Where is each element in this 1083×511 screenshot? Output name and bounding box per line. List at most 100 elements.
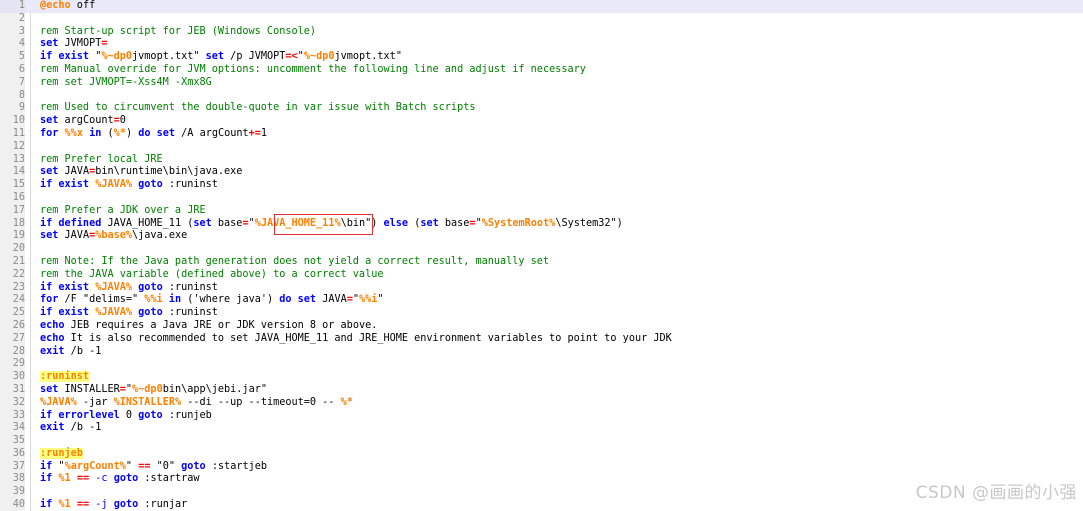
line-number: 27 (0, 332, 25, 346)
line-number: 7 (0, 76, 25, 90)
watermark: CSDN @画画的小强 (915, 483, 1077, 503)
code-token: goto (138, 307, 163, 319)
code-token: if defined (40, 217, 102, 229)
code-line[interactable]: 24 for /F "delims=" %%i in ('where java')… (0, 294, 1083, 308)
line-number: 23 (0, 281, 25, 295)
line-number: 29 (0, 358, 25, 372)
code-token: do set (279, 294, 317, 306)
line-number: 3 (0, 25, 25, 39)
code-line[interactable]: 26 echo JEB requires a Java JRE or JDK ve… (0, 319, 1083, 333)
code-line[interactable]: 13 rem Prefer local JRE (0, 153, 1083, 167)
code-token: in (89, 127, 102, 139)
line-number: 24 (0, 294, 25, 308)
line-code: if %1 == -j goto :runjar (40, 499, 187, 511)
code-line[interactable]: 5 if exist "%~dp0jvmopt.txt" set /p JVMOP… (0, 51, 1083, 64)
line-number: 18 (0, 217, 25, 231)
code-token: -jar (76, 396, 114, 408)
code-line[interactable]: 9 rem Used to circumvent the double-quote… (0, 102, 1083, 116)
code-token: INSTALLER (58, 383, 120, 395)
line-number: 16 (0, 191, 25, 205)
code-line[interactable]: 18 if defined JAVA_HOME_11 (set base="%JA… (0, 217, 1083, 231)
code-line[interactable]: 7 rem set JVMOPT=-Xss4M -Xmx8G (0, 76, 1083, 90)
line-code: rem Used to circumvent the double-quote … (40, 102, 475, 115)
code-line[interactable]: 31 set INSTALLER="%~dp0bin\app\jebi.jar" (0, 383, 1083, 397)
code-line[interactable]: 36:runjeb (0, 447, 1083, 461)
code-token: if (40, 460, 53, 472)
code-editor[interactable]: 1 @echo off 2 3 rem Start-up script for JEB … (0, 0, 1083, 511)
code-token: %JAVA_HOME_11% (254, 217, 341, 229)
line-code: @echo off (40, 0, 95, 13)
line-number: 17 (0, 204, 25, 218)
code-line[interactable]: 27 echo It is also recommended to set JAV… (0, 332, 1083, 346)
code-line[interactable]: 6 rem Manual override for JVM options: un… (0, 63, 1083, 77)
line-number: 34 (0, 422, 25, 436)
code-line[interactable]: 16 (0, 191, 1083, 205)
code-token: " (89, 51, 102, 63)
code-line[interactable]: 21 rem Note: If the Java path generation … (0, 255, 1083, 269)
code-token: \System32") (555, 217, 623, 229)
code-line[interactable]: 34 exit /b -1 (0, 422, 1083, 436)
code-line[interactable]: 11 for %%x in (%*) do set /A argCount+=1 (0, 127, 1083, 141)
code-token: %1 (58, 473, 71, 485)
line-number: 22 (0, 268, 25, 282)
code-line[interactable]: 22 rem the JAVA variable (defined above) … (0, 268, 1083, 282)
code-token: %JAVA% (95, 179, 133, 191)
code-line[interactable]: 17 rem Prefer a JDK over a JRE (0, 204, 1083, 218)
code-token: for (40, 127, 59, 139)
code-line[interactable]: 1 @echo off (0, 0, 1083, 13)
line-number: 2 (0, 12, 25, 26)
code-token: %* (340, 396, 353, 408)
code-line[interactable]: 23 if exist %JAVA% goto :runinst (0, 281, 1083, 295)
line-code: rem Prefer local JRE (40, 154, 163, 167)
line-number: 10 (0, 115, 25, 128)
code-token: %~dp0 (101, 51, 133, 63)
line-number: 26 (0, 319, 25, 333)
code-line[interactable]: 8 (0, 89, 1083, 103)
line-number: 1 (0, 0, 25, 13)
code-token: JAVA (58, 230, 90, 242)
code-token: " (52, 460, 65, 472)
code-line[interactable]: 33 if errorlevel 0 goto :runjeb (0, 409, 1083, 423)
code-line[interactable]: 20 (0, 243, 1083, 256)
code-token: set (40, 230, 59, 242)
code-token: rem the JAVA variable (defined above) to… (40, 268, 384, 280)
line-code: if exist "%~dp0jvmopt.txt" set /p JVMOPT… (40, 51, 402, 64)
code-line[interactable]: 32 %JAVA% -jar %INSTALLER% --di --up --ti… (0, 396, 1083, 410)
line-number: 19 (0, 230, 25, 244)
code-line[interactable]: 28 exit /b -1 (0, 345, 1083, 359)
code-line[interactable]: 4 set JVMOPT= (0, 38, 1083, 52)
code-token: " (377, 294, 384, 306)
code-token: if (40, 499, 53, 511)
code-token: goto (181, 460, 206, 472)
code-token: echo (40, 319, 65, 331)
code-line[interactable]: 37 if "%argCount%" == "0" goto :startjeb (0, 460, 1083, 474)
code-token: == (138, 460, 151, 472)
code-line[interactable]: 30:runinst (0, 371, 1083, 384)
code-lines: 1 @echo off 2 3 rem Start-up script for JEB … (0, 0, 1083, 511)
code-line[interactable]: 10 set argCount=0 (0, 115, 1083, 128)
code-token: = (101, 38, 108, 50)
code-token: %* (113, 127, 126, 139)
line-code: :runjeb (40, 447, 83, 461)
code-line[interactable]: 3 rem Start-up script for JEB (Windows Co… (0, 25, 1083, 39)
code-token: /b -1 (64, 422, 102, 434)
code-token: :startjeb (205, 460, 268, 472)
code-line[interactable]: 2 (0, 12, 1083, 26)
code-token: set (420, 217, 439, 229)
code-token: goto (138, 281, 163, 293)
code-token: %%i (144, 294, 163, 306)
line-number: 4 (0, 38, 25, 52)
code-line[interactable]: 12 (0, 140, 1083, 154)
code-line[interactable]: 29 (0, 358, 1083, 372)
code-token: "0" (150, 460, 182, 472)
line-code: rem Prefer a JDK over a JRE (40, 205, 206, 218)
code-line[interactable]: 14 set JAVA=bin\runtime\bin\java.exe (0, 166, 1083, 180)
code-line[interactable]: 25 if exist %JAVA% goto :runinst (0, 307, 1083, 320)
line-number: 32 (0, 396, 25, 410)
code-line[interactable]: 15 if exist %JAVA% goto :runinst (0, 179, 1083, 192)
code-line[interactable]: 35 (0, 435, 1083, 448)
line-number: 20 (0, 243, 25, 256)
code-token: if errorlevel (40, 409, 120, 421)
line-code: echo JEB requires a Java JRE or JDK vers… (40, 320, 377, 333)
code-line[interactable]: 19 set JAVA=%base%\java.exe (0, 230, 1083, 244)
